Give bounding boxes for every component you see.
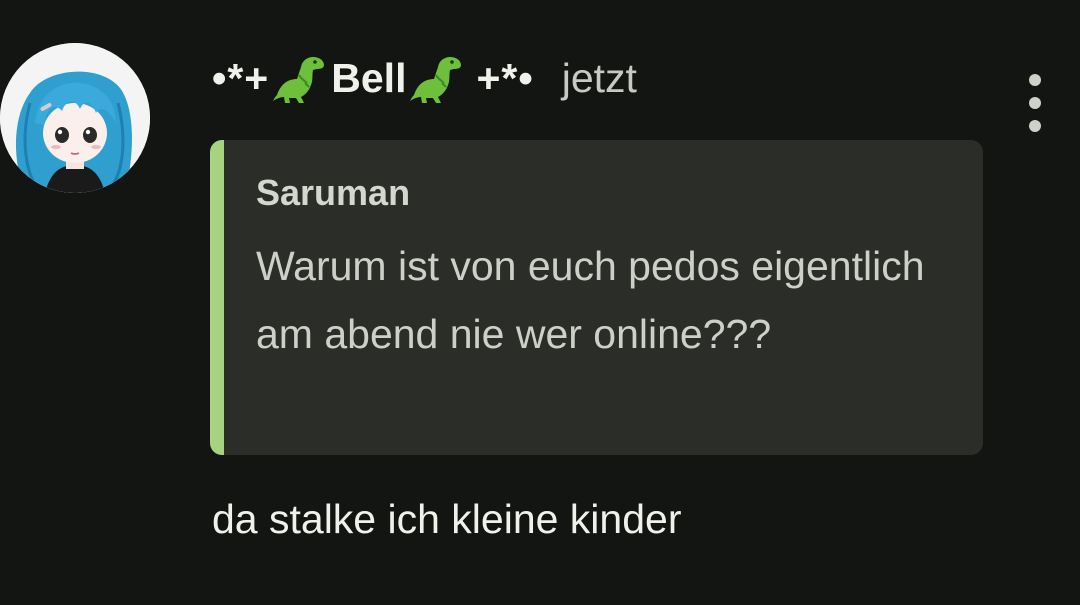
username[interactable]: •*+ Bell +*• — [212, 53, 534, 103]
username-prefix: •*+ — [212, 54, 270, 101]
dinosaur-icon — [408, 53, 466, 103]
timestamp: jetzt — [561, 54, 637, 101]
username-suffix: +*• — [476, 54, 534, 101]
more-vertical-icon — [1029, 74, 1041, 86]
quote-text: Warum ist von euch pedos eigentlich am a… — [256, 243, 925, 357]
avatar-image — [0, 43, 150, 193]
comment-text: da stalke ich kleine kinder — [212, 496, 682, 542]
quoted-message[interactable]: Saruman Warum ist von euch pedos eigentl… — [210, 140, 983, 455]
username-name: Bell — [331, 54, 407, 101]
dinosaur-icon — [271, 53, 329, 103]
quote-author: Saruman — [256, 172, 411, 213]
more-vertical-icon-dot — [1029, 97, 1041, 109]
avatar[interactable] — [0, 43, 150, 193]
more-vertical-icon-dot — [1029, 120, 1041, 132]
comment-header: •*+ Bell +*• jetzt — [212, 50, 637, 106]
quote-accent-bar — [210, 140, 224, 455]
more-options-button[interactable] — [1015, 74, 1055, 132]
